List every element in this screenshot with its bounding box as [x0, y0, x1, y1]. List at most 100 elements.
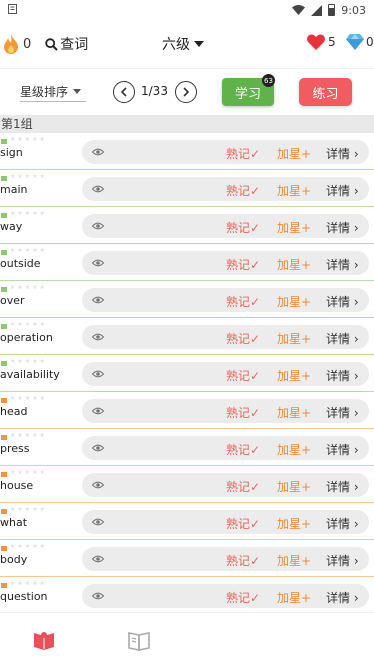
next-page-button[interactable]: [175, 81, 197, 103]
word-list[interactable]: ★★★★★ sign 熟记✓ 加星+ 详情 › ★★★★★ main 熟记✓ 加星+ 详情 › ★★…: [0, 133, 374, 609]
mark-known-button[interactable]: 熟记✓: [226, 182, 260, 199]
practice-button[interactable]: 练习: [299, 78, 352, 106]
word-row[interactable]: ★★★★★ way 熟记✓ 加星+ 详情 ›: [0, 207, 374, 244]
details-button[interactable]: 详情 ›: [326, 293, 359, 310]
add-star-button[interactable]: 加星+: [277, 293, 311, 310]
streak-counter[interactable]: 0: [2, 34, 31, 54]
add-star-button[interactable]: 加星+: [277, 404, 311, 421]
book-icon[interactable]: [128, 631, 150, 651]
mark-known-button[interactable]: 熟记✓: [226, 145, 260, 162]
eye-icon[interactable]: [92, 479, 104, 491]
details-button[interactable]: 详情 ›: [326, 145, 359, 162]
sort-dropdown[interactable]: 星级排序: [20, 82, 86, 102]
open-book-icon[interactable]: [32, 631, 56, 651]
caret-down-icon: [73, 89, 82, 94]
add-star-button[interactable]: 加星+: [277, 589, 311, 606]
add-star-button[interactable]: 加星+: [277, 256, 311, 273]
eye-icon[interactable]: [92, 257, 104, 269]
word-text[interactable]: way: [0, 220, 22, 233]
word-text[interactable]: operation: [0, 331, 53, 344]
rating-stars: ★★★★★: [10, 432, 47, 439]
word-row[interactable]: ★★★★★ availability 熟记✓ 加星+ 详情 ›: [0, 355, 374, 392]
word-row[interactable]: ★★★★★ question 熟记✓ 加星+ 详情 ›: [0, 577, 374, 609]
details-button[interactable]: 详情 ›: [326, 589, 359, 606]
rating-stars: ★★★★★: [10, 136, 47, 143]
diamonds-count: 0: [366, 35, 374, 49]
details-button[interactable]: 详情 ›: [326, 478, 359, 495]
eye-icon[interactable]: [92, 405, 104, 417]
word-text[interactable]: over: [0, 294, 25, 307]
word-row[interactable]: ★★★★★ press 熟记✓ 加星+ 详情 ›: [0, 429, 374, 466]
mark-known-button[interactable]: 熟记✓: [226, 256, 260, 273]
word-text[interactable]: press: [0, 442, 30, 455]
word-text[interactable]: sign: [0, 146, 23, 159]
add-star-button[interactable]: 加星+: [277, 441, 311, 458]
add-star-button[interactable]: 加星+: [277, 515, 311, 532]
word-row[interactable]: ★★★★★ outside 熟记✓ 加星+ 详情 ›: [0, 244, 374, 281]
mark-known-button[interactable]: 熟记✓: [226, 293, 260, 310]
eye-icon[interactable]: [92, 368, 104, 380]
word-text[interactable]: what: [0, 516, 27, 529]
mark-known-button[interactable]: 熟记✓: [226, 515, 260, 532]
mark-known-button[interactable]: 熟记✓: [226, 552, 260, 569]
word-row[interactable]: ★★★★★ main 熟记✓ 加星+ 详情 ›: [0, 170, 374, 207]
mark-known-button[interactable]: 熟记✓: [226, 219, 260, 236]
word-row[interactable]: ★★★★★ what 熟记✓ 加星+ 详情 ›: [0, 503, 374, 540]
details-button[interactable]: 详情 ›: [326, 256, 359, 273]
battery-icon: [328, 4, 336, 16]
eye-icon[interactable]: [92, 442, 104, 454]
word-row[interactable]: ★★★★★ body 熟记✓ 加星+ 详情 ›: [0, 540, 374, 577]
add-star-button[interactable]: 加星+: [277, 219, 311, 236]
prev-page-button[interactable]: [113, 81, 135, 103]
eye-icon[interactable]: [92, 331, 104, 343]
bottom-nav: [0, 612, 374, 670]
word-text[interactable]: main: [0, 183, 27, 196]
details-button[interactable]: 详情 ›: [326, 367, 359, 384]
details-button[interactable]: 详情 ›: [326, 330, 359, 347]
search-button[interactable]: 查词: [45, 34, 88, 54]
mark-known-button[interactable]: 熟记✓: [226, 404, 260, 421]
word-text[interactable]: head: [0, 405, 27, 418]
level-dropdown[interactable]: 六级: [162, 34, 204, 54]
eye-icon[interactable]: [92, 146, 104, 158]
eye-icon[interactable]: [92, 220, 104, 232]
eye-icon[interactable]: [92, 516, 104, 528]
details-button[interactable]: 详情 ›: [326, 182, 359, 199]
mark-known-button[interactable]: 熟记✓: [226, 478, 260, 495]
details-button[interactable]: 详情 ›: [326, 441, 359, 458]
word-text[interactable]: outside: [0, 257, 41, 270]
word-text[interactable]: question: [0, 590, 48, 603]
details-button[interactable]: 详情 ›: [326, 552, 359, 569]
eye-icon[interactable]: [92, 590, 104, 602]
streak-count: 0: [23, 36, 32, 52]
word-row[interactable]: ★★★★★ operation 熟记✓ 加星+ 详情 ›: [0, 318, 374, 355]
eye-icon[interactable]: [92, 553, 104, 565]
word-text[interactable]: availability: [0, 368, 60, 381]
details-button[interactable]: 详情 ›: [326, 404, 359, 421]
eye-icon[interactable]: [92, 294, 104, 306]
mark-known-button[interactable]: 熟记✓: [226, 330, 260, 347]
diamonds-counter[interactable]: 0: [346, 34, 374, 50]
row-action-bar: 熟记✓ 加星+ 详情 ›: [82, 510, 369, 534]
word-row[interactable]: ★★★★★ head 熟记✓ 加星+ 详情 ›: [0, 392, 374, 429]
word-row[interactable]: ★★★★★ over 熟记✓ 加星+ 详情 ›: [0, 281, 374, 318]
mark-known-button[interactable]: 熟记✓: [226, 367, 260, 384]
eye-icon[interactable]: [92, 183, 104, 195]
word-text[interactable]: body: [0, 553, 27, 566]
top-bar: 0 查词 六级 5 0: [0, 26, 374, 62]
row-action-bar: 熟记✓ 加星+ 详情 ›: [82, 140, 369, 164]
mark-known-button[interactable]: 熟记✓: [226, 589, 260, 606]
add-star-button[interactable]: 加星+: [277, 145, 311, 162]
add-star-button[interactable]: 加星+: [277, 367, 311, 384]
details-button[interactable]: 详情 ›: [326, 515, 359, 532]
add-star-button[interactable]: 加星+: [277, 478, 311, 495]
word-text[interactable]: house: [0, 479, 33, 492]
add-star-button[interactable]: 加星+: [277, 182, 311, 199]
word-row[interactable]: ★★★★★ sign 熟记✓ 加星+ 详情 ›: [0, 133, 374, 170]
mark-known-button[interactable]: 熟记✓: [226, 441, 260, 458]
add-star-button[interactable]: 加星+: [277, 552, 311, 569]
word-row[interactable]: ★★★★★ house 熟记✓ 加星+ 详情 ›: [0, 466, 374, 503]
details-button[interactable]: 详情 ›: [326, 219, 359, 236]
add-star-button[interactable]: 加星+: [277, 330, 311, 347]
hearts-counter[interactable]: 5: [307, 34, 336, 50]
